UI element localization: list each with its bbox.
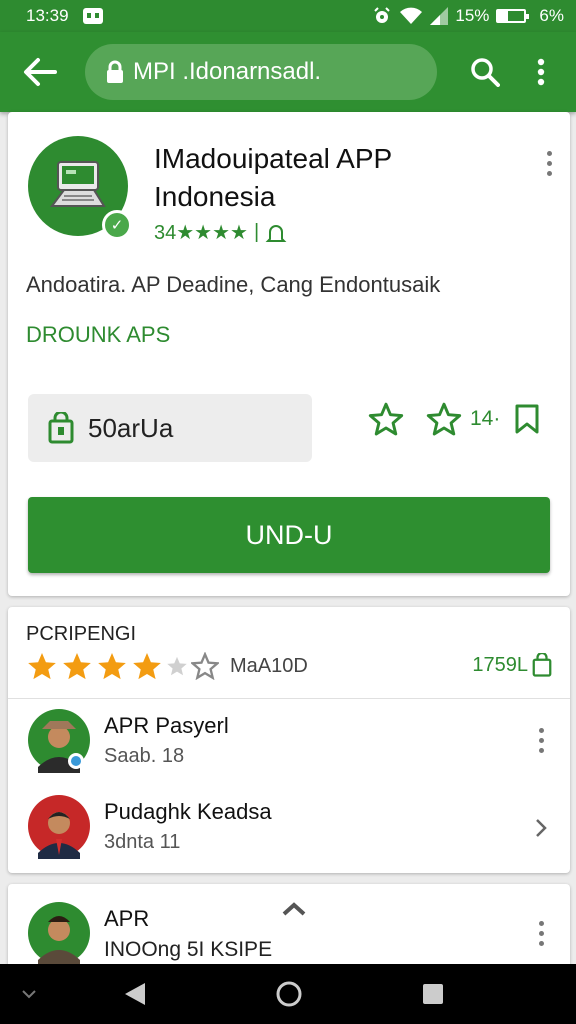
reviewer-name: Pudaghk Keadsa [104,799,272,824]
url-bar[interactable]: MPI .Idonarnsadl. [85,44,437,100]
reviews-side-info[interactable]: 1759L [472,653,552,677]
top-toolbar: MPI .Idonarnsadl. [0,32,576,112]
rating-divider: | [253,221,260,243]
app-icon: ✓ [28,136,132,240]
signal-icon [430,7,449,25]
star-filled-icon [98,652,126,680]
app-title-line-1: IMadouipateal APP [154,143,393,174]
reviews-card: PCRIPENGI MaA10D 1759L APR Pasyerl Saab.… [8,607,570,873]
shopping-bag-icon [532,653,552,677]
reviews-header: PCRIPENGI [26,623,137,645]
app-rating-text: 34★★★★ [154,222,248,244]
star-filled-icon [133,652,161,680]
collapse-icon[interactable] [12,964,46,1024]
overflow-menu-icon[interactable] [513,32,569,112]
app-rating: 34★★★★ | [154,220,287,245]
review-menu-icon[interactable] [528,916,554,950]
install-button[interactable]: UND-U [28,497,550,573]
review-item[interactable]: Pudaghk Keadsa 3dnta 11 [28,793,548,863]
star-filled-icon [28,652,56,680]
star-filled-icon [63,652,91,680]
price-label: 50arUa [88,412,174,443]
app-description: Andoatira. AP Deadine, Cang Endontusaik [26,272,441,297]
action-count: 14· [470,407,501,430]
reviewer-name: APR Pasyerl [104,713,229,738]
app-menu-icon[interactable] [536,146,562,180]
star-rating: MaA10D [26,651,308,681]
url-text: MPI .Idonarnsadl. [133,58,322,85]
signal-percent: 6% [539,6,564,25]
avatar [28,902,90,966]
review-date: Saab. 18 [104,745,185,767]
review-item[interactable]: APR Pasyerl Saab. 18 [28,707,548,777]
app-title-line-2: Indonesia [154,181,276,212]
lock-icon [105,60,125,84]
app-title: IMadouipateal APP Indonesia [154,140,504,216]
app-developer-link[interactable]: DROUNK APS [26,322,170,348]
review-card-peek: APR INOOng 5I KSIPE [8,884,570,974]
avatar [28,709,90,773]
star-half-icon [167,656,187,676]
review-subtitle: INOOng 5I KSIPE [104,938,273,961]
back-arrow-icon[interactable] [0,32,80,112]
star-outline-icon [191,652,219,680]
avatar [28,795,90,859]
system-nav-bar [0,964,576,1024]
review-date: 3dnta 11 [104,831,181,853]
bookmark-icon[interactable] [514,404,540,434]
star-outline-icon[interactable] [368,402,404,436]
home-circle-icon[interactable] [262,964,316,1024]
back-triangle-icon[interactable] [108,964,162,1024]
chevron-up-icon[interactable] [280,900,308,918]
star-outline-icon[interactable] [426,402,462,436]
status-time: 13:39 [26,6,69,25]
alarm-icon [374,7,391,23]
price-box[interactable]: 50arUa [28,394,312,462]
status-bar: 13:39 15% 6% [0,0,576,32]
verified-badge-icon: ✓ [102,210,132,240]
chevron-right-icon[interactable] [534,817,548,839]
recents-square-icon[interactable] [406,964,460,1024]
review-count: MaA10D [230,654,308,677]
shopping-bag-icon [48,412,74,444]
bell-icon[interactable] [265,222,287,244]
battery-percent: 15% [455,6,490,25]
battery-icon [496,9,530,23]
reviewer-name: APR [104,906,150,931]
search-icon[interactable] [457,32,513,112]
divider [8,698,570,699]
app-actions: 14· [368,402,540,436]
reviews-side-text: 1759L [472,653,528,676]
app-details-card: ✓ IMadouipateal APP Indonesia 34★★★★ | A… [8,112,570,596]
wifi-icon [400,7,423,24]
review-menu-icon[interactable] [528,723,554,757]
notification-icon [82,8,103,24]
